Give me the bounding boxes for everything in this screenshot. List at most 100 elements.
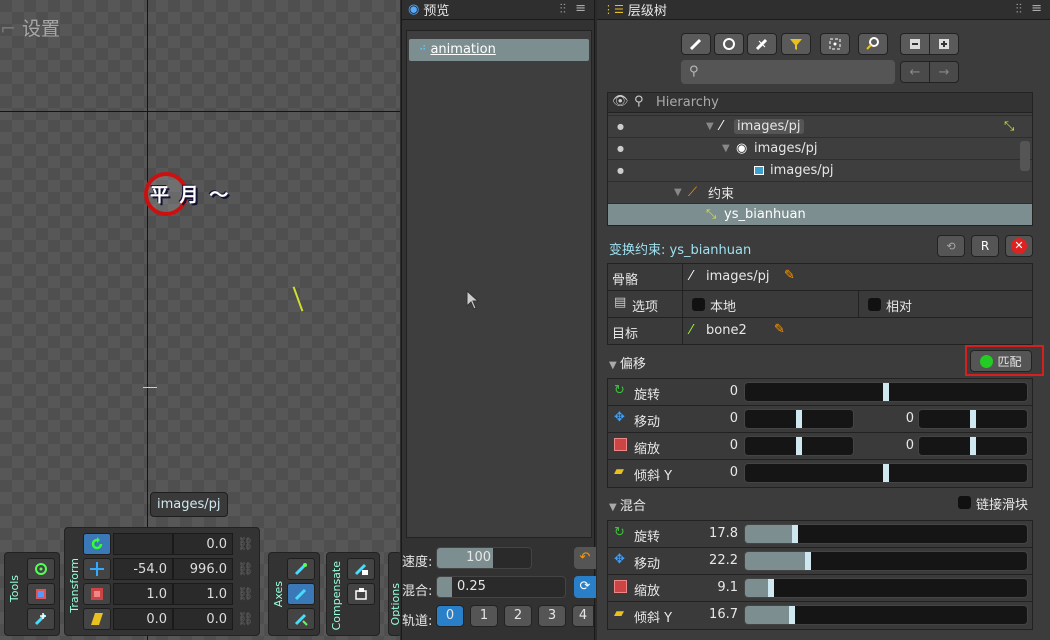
slider-knob[interactable]: [970, 437, 976, 455]
offset-rotate-slider[interactable]: [744, 382, 1028, 402]
tree-row-selected[interactable]: ⤡ ys_bianhuan: [608, 203, 1032, 225]
mix-translate-slider[interactable]: [744, 551, 1028, 571]
axes-parent-icon[interactable]: [287, 583, 315, 605]
bone-marker[interactable]: [292, 286, 304, 312]
collapse-icon[interactable]: [900, 33, 930, 55]
small-bone-marker[interactable]: [143, 387, 157, 388]
slider-knob[interactable]: [883, 383, 889, 401]
expand-arrow-icon[interactable]: ▼: [722, 143, 730, 154]
shear-y-field[interactable]: 0.0: [173, 608, 233, 630]
settings-sliders-icon[interactable]: ⫶⫶: [1016, 2, 1023, 17]
mix-header[interactable]: ▼ 混合: [609, 495, 646, 514]
filter-bones-icon[interactable]: [681, 33, 711, 55]
link-icon[interactable]: ⛓: [237, 612, 254, 627]
link-icon[interactable]: ⛓: [237, 537, 254, 552]
track-2-button[interactable]: 2: [504, 605, 532, 627]
weights-tool-icon[interactable]: [27, 583, 55, 605]
local-checkbox[interactable]: [692, 298, 705, 311]
mix-slider[interactable]: 0.25: [436, 576, 566, 598]
rotate-a-field[interactable]: [113, 533, 173, 555]
tree-row[interactable]: ● ▼ ⁄ images/pj ⤡: [608, 115, 1032, 137]
animation-item[interactable]: ⠚ animation: [409, 39, 589, 61]
preview-tab-header[interactable]: ◉ 预览 ⫶⫶ ≡: [402, 0, 594, 20]
forward-arrow-icon[interactable]: →: [929, 61, 959, 83]
slider-knob[interactable]: [792, 525, 799, 543]
match-button[interactable]: 匹配: [970, 350, 1032, 372]
filter-constraints-icon[interactable]: [781, 33, 811, 55]
rotate-field[interactable]: 0.0: [173, 533, 233, 555]
menu-icon[interactable]: ≡: [1031, 1, 1042, 16]
axes-world-icon[interactable]: [287, 608, 315, 630]
target-value[interactable]: bone2: [706, 323, 747, 338]
scale-mode-icon[interactable]: [83, 583, 111, 605]
rotate-mode-icon[interactable]: [83, 533, 111, 555]
expand-arrow-icon[interactable]: ▼: [706, 121, 714, 132]
relative-checkbox[interactable]: [868, 298, 881, 311]
search-input[interactable]: ⚲: [681, 60, 895, 84]
tree-row[interactable]: ▼ ⟋ 约束: [608, 181, 1032, 203]
pose-tool-icon[interactable]: [27, 558, 55, 580]
reset-constraint-icon[interactable]: ⟲: [937, 235, 965, 257]
link-sliders-checkbox[interactable]: [958, 496, 971, 509]
tree-row[interactable]: ● ▼ ◉ images/pj: [608, 137, 1032, 159]
slider-knob[interactable]: [970, 410, 976, 428]
rename-icon[interactable]: R: [971, 235, 999, 257]
scale-y-field[interactable]: 1.0: [173, 583, 233, 605]
tree-scrollbar[interactable]: [1020, 141, 1030, 171]
focus-icon[interactable]: [820, 33, 850, 55]
scale-x-field[interactable]: 1.0: [113, 583, 173, 605]
compensate-bones-icon[interactable]: [347, 558, 375, 580]
offset-translate-x-slider[interactable]: [744, 409, 854, 429]
shear-mode-icon[interactable]: [83, 608, 111, 630]
speed-slider[interactable]: 100: [436, 547, 532, 569]
slider-knob[interactable]: [796, 437, 802, 455]
slider-knob[interactable]: [796, 410, 802, 428]
mix-rotate-slider[interactable]: [744, 524, 1028, 544]
translate-x-field[interactable]: -54.0: [113, 558, 173, 580]
viewport[interactable]: ⌐ 设置 平 月 ～ images/pj Tools Transform 0.0…: [0, 0, 400, 640]
translate-mode-icon[interactable]: [83, 558, 111, 580]
mix-scale-slider[interactable]: [744, 578, 1028, 598]
back-arrow-icon[interactable]: ←: [900, 61, 930, 83]
create-tool-icon[interactable]: [27, 608, 55, 630]
offset-scale-x-slider[interactable]: [744, 436, 854, 456]
bone-value[interactable]: images/pj: [706, 269, 770, 284]
menu-icon[interactable]: ≡: [575, 1, 586, 16]
edit-pencil-icon[interactable]: ✎: [784, 268, 795, 283]
slider-knob[interactable]: [883, 464, 889, 482]
mix-shear-slider[interactable]: [744, 605, 1028, 625]
axes-local-icon[interactable]: [287, 558, 315, 580]
offset-header[interactable]: ▼ 偏移: [609, 353, 646, 372]
link-icon[interactable]: ⛓: [237, 587, 254, 602]
hierarchy-tab-header[interactable]: ⋮☰ 层级树 ⫶⫶ ≡: [597, 0, 1050, 20]
find-icon[interactable]: [858, 33, 888, 55]
filter-attachments-icon[interactable]: [747, 33, 777, 55]
visibility-dot[interactable]: ●: [617, 166, 624, 175]
track-1-button[interactable]: 1: [470, 605, 498, 627]
expand-arrow-icon[interactable]: ▼: [674, 187, 682, 198]
reverse-icon[interactable]: ↶: [574, 547, 596, 569]
track-0-button[interactable]: 0: [436, 605, 464, 627]
back-settings[interactable]: ⌐ 设置: [0, 14, 60, 41]
filter-slots-icon[interactable]: [714, 33, 744, 55]
tree-row[interactable]: ● images/pj: [608, 159, 1032, 181]
expand-icon[interactable]: [929, 33, 959, 55]
compensate-images-icon[interactable]: [347, 583, 375, 605]
edit-pencil-icon[interactable]: ✎: [774, 322, 785, 337]
track-4-button[interactable]: 4: [572, 605, 594, 627]
delete-icon[interactable]: ✕: [1005, 235, 1033, 257]
offset-shear-slider[interactable]: [744, 463, 1028, 483]
visibility-dot[interactable]: ●: [617, 122, 624, 131]
track-3-button[interactable]: 3: [538, 605, 566, 627]
visibility-dot[interactable]: ●: [617, 144, 624, 153]
slider-knob[interactable]: [767, 579, 774, 597]
slider-knob[interactable]: [789, 606, 796, 624]
offset-translate-y-slider[interactable]: [918, 409, 1028, 429]
link-icon[interactable]: ⛓: [237, 562, 254, 577]
translate-y-field[interactable]: 996.0: [173, 558, 233, 580]
offset-scale-y-slider[interactable]: [918, 436, 1028, 456]
slider-knob[interactable]: [804, 552, 811, 570]
shear-x-field[interactable]: 0.0: [113, 608, 173, 630]
loop-icon[interactable]: ⟳: [574, 576, 596, 598]
settings-sliders-icon[interactable]: ⫶⫶: [560, 2, 567, 17]
